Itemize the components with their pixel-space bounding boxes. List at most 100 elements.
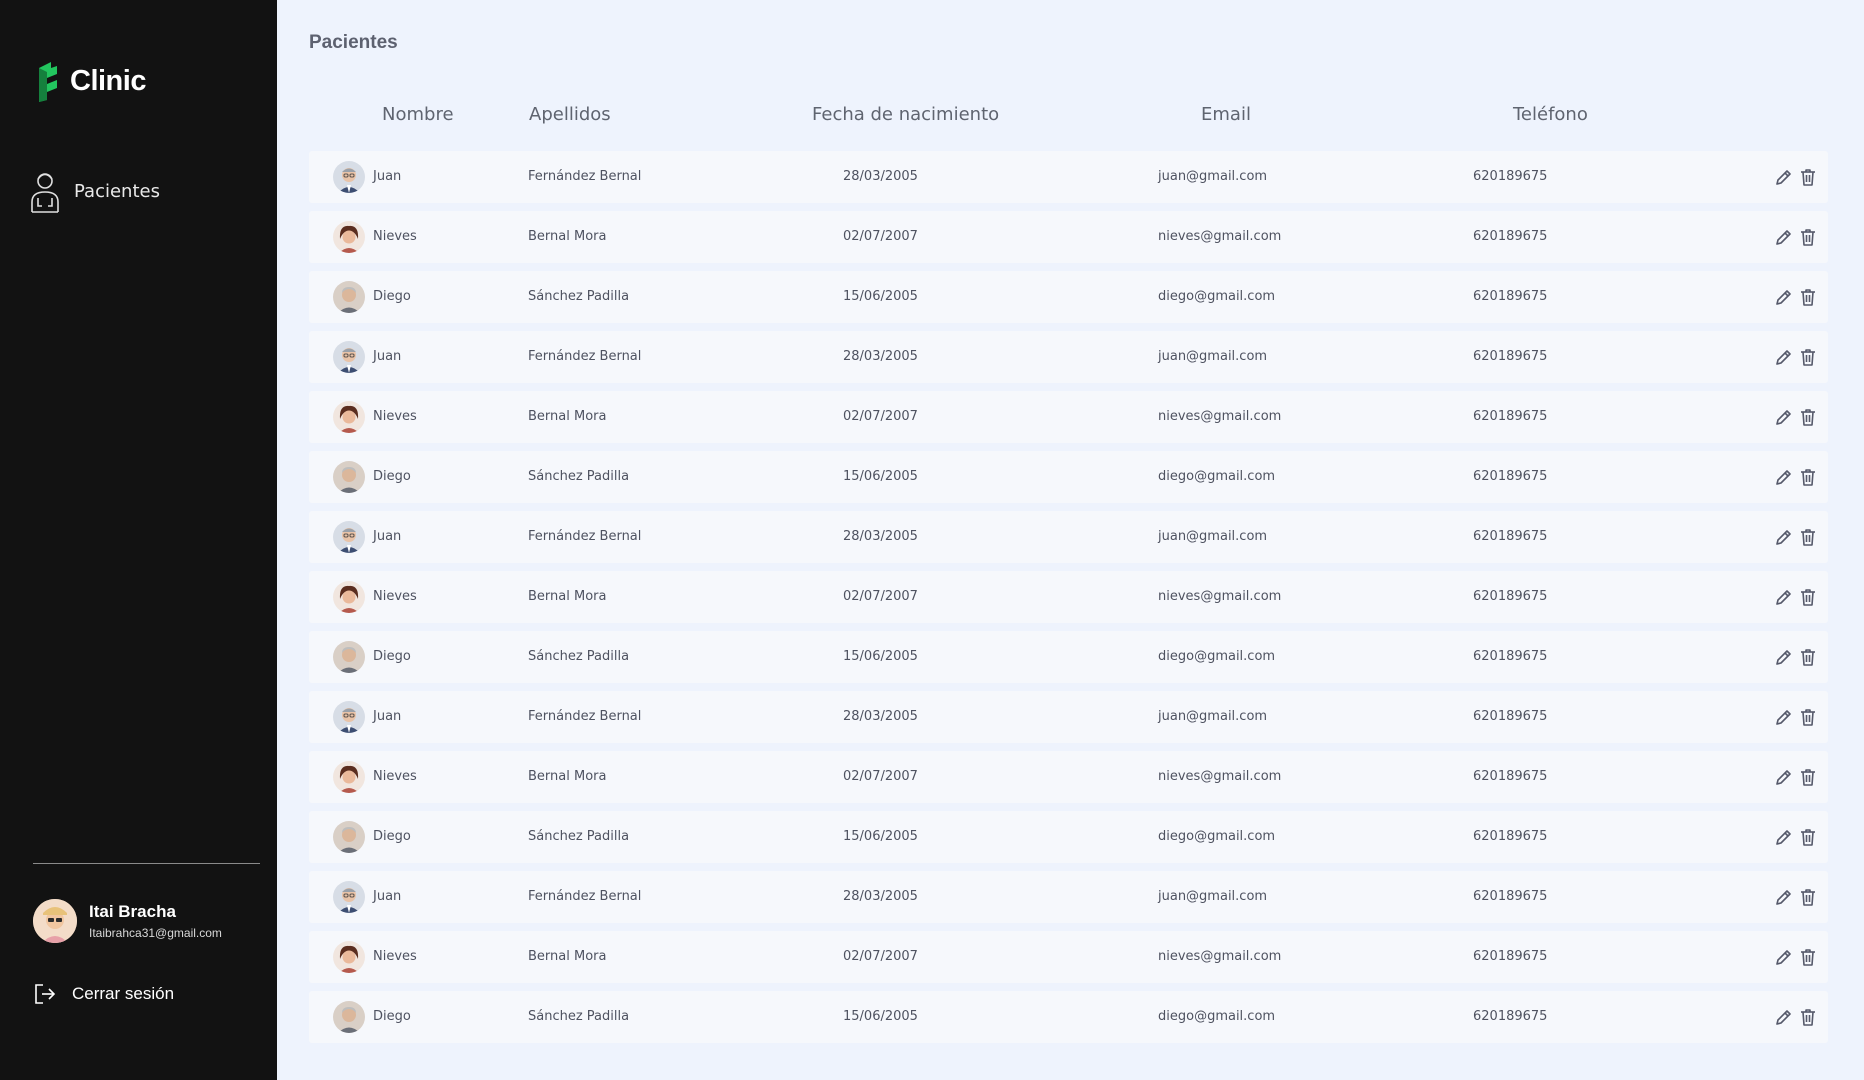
patient-avatar	[333, 821, 365, 853]
cell-fecha-nacimiento: 28/03/2005	[843, 709, 918, 724]
edit-icon[interactable]	[1774, 287, 1794, 307]
cell-telefono: 620189675	[1473, 349, 1548, 364]
row-actions	[1770, 887, 1818, 907]
cell-fecha-nacimiento: 02/07/2007	[843, 409, 918, 424]
app-name: Clinic	[70, 64, 146, 97]
cell-fecha-nacimiento: 02/07/2007	[843, 589, 918, 604]
delete-icon[interactable]	[1798, 1007, 1818, 1027]
table-row[interactable]: Nieves Bernal Mora 02/07/2007 nieves@gma…	[309, 931, 1828, 983]
sidebar-item-label: Pacientes	[74, 180, 160, 202]
cell-telefono: 620189675	[1473, 709, 1548, 724]
cell-fecha-nacimiento: 15/06/2005	[843, 1009, 918, 1024]
sidebar-item-pacientes[interactable]: Pacientes	[30, 168, 160, 214]
cell-fecha-nacimiento: 15/06/2005	[843, 649, 918, 664]
table-row[interactable]: Nieves Bernal Mora 02/07/2007 nieves@gma…	[309, 391, 1828, 443]
cell-nombre: Diego	[373, 289, 411, 304]
cell-apellidos: Fernández Bernal	[528, 889, 642, 904]
cell-email: nieves@gmail.com	[1158, 589, 1282, 604]
logout-button[interactable]: Cerrar sesión	[33, 982, 174, 1006]
table-row[interactable]: Diego Sánchez Padilla 15/06/2005 diego@g…	[309, 631, 1828, 683]
patient-avatar	[333, 221, 365, 253]
edit-icon[interactable]	[1774, 227, 1794, 247]
cell-nombre: Nieves	[373, 229, 417, 244]
edit-icon[interactable]	[1774, 707, 1794, 727]
table-row[interactable]: Juan Fernández Bernal 28/03/2005 juan@gm…	[309, 331, 1828, 383]
table-row[interactable]: Juan Fernández Bernal 28/03/2005 juan@gm…	[309, 511, 1828, 563]
patient-avatar	[333, 941, 365, 973]
page-title: Pacientes	[309, 32, 398, 53]
cell-fecha-nacimiento: 15/06/2005	[843, 829, 918, 844]
delete-icon[interactable]	[1798, 227, 1818, 247]
table-row[interactable]: Diego Sánchez Padilla 15/06/2005 diego@g…	[309, 451, 1828, 503]
logout-label: Cerrar sesión	[72, 984, 175, 1003]
column-header-nombre[interactable]: Nombre	[382, 104, 454, 125]
edit-icon[interactable]	[1774, 647, 1794, 667]
edit-icon[interactable]	[1774, 827, 1794, 847]
table-row[interactable]: Nieves Bernal Mora 02/07/2007 nieves@gma…	[309, 751, 1828, 803]
edit-icon[interactable]	[1774, 347, 1794, 367]
column-header-fecha[interactable]: Fecha de nacimiento	[812, 104, 999, 125]
table-row[interactable]: Nieves Bernal Mora 02/07/2007 nieves@gma…	[309, 211, 1828, 263]
delete-icon[interactable]	[1798, 587, 1818, 607]
edit-icon[interactable]	[1774, 167, 1794, 187]
clinic-logo-icon	[39, 62, 57, 102]
table-row[interactable]: Diego Sánchez Padilla 15/06/2005 diego@g…	[309, 991, 1828, 1043]
table-row[interactable]: Juan Fernández Bernal 28/03/2005 juan@gm…	[309, 691, 1828, 743]
edit-icon[interactable]	[1774, 887, 1794, 907]
patient-avatar	[333, 161, 365, 193]
edit-icon[interactable]	[1774, 527, 1794, 547]
edit-icon[interactable]	[1774, 587, 1794, 607]
cell-email: diego@gmail.com	[1158, 289, 1276, 304]
delete-icon[interactable]	[1798, 947, 1818, 967]
column-header-telefono[interactable]: Teléfono	[1513, 104, 1588, 125]
patients-table: Juan Fernández Bernal 28/03/2005 juan@gm…	[309, 151, 1828, 1051]
delete-icon[interactable]	[1798, 527, 1818, 547]
user-profile: Itai Bracha Itaibrahca31@gmail.com	[33, 899, 222, 943]
cell-email: diego@gmail.com	[1158, 829, 1276, 844]
edit-icon[interactable]	[1774, 467, 1794, 487]
edit-icon[interactable]	[1774, 1007, 1794, 1027]
table-row[interactable]: Juan Fernández Bernal 28/03/2005 juan@gm…	[309, 151, 1828, 203]
cell-telefono: 620189675	[1473, 169, 1548, 184]
cell-telefono: 620189675	[1473, 469, 1548, 484]
cell-fecha-nacimiento: 28/03/2005	[843, 169, 918, 184]
cell-fecha-nacimiento: 28/03/2005	[843, 349, 918, 364]
table-row[interactable]: Nieves Bernal Mora 02/07/2007 nieves@gma…	[309, 571, 1828, 623]
brand: Clinic	[35, 60, 146, 102]
cell-telefono: 620189675	[1473, 889, 1548, 904]
cell-email: juan@gmail.com	[1158, 529, 1268, 544]
delete-icon[interactable]	[1798, 887, 1818, 907]
user-avatar	[33, 899, 77, 943]
row-actions	[1770, 647, 1818, 667]
row-actions	[1770, 287, 1818, 307]
cell-telefono: 620189675	[1473, 589, 1548, 604]
cell-nombre: Nieves	[373, 589, 417, 604]
cell-fecha-nacimiento: 15/06/2005	[843, 469, 918, 484]
cell-nombre: Nieves	[373, 409, 417, 424]
delete-icon[interactable]	[1798, 767, 1818, 787]
delete-icon[interactable]	[1798, 707, 1818, 727]
delete-icon[interactable]	[1798, 347, 1818, 367]
delete-icon[interactable]	[1798, 167, 1818, 187]
table-row[interactable]: Diego Sánchez Padilla 15/06/2005 diego@g…	[309, 811, 1828, 863]
cell-telefono: 620189675	[1473, 949, 1548, 964]
patient-avatar	[333, 461, 365, 493]
delete-icon[interactable]	[1798, 827, 1818, 847]
delete-icon[interactable]	[1798, 467, 1818, 487]
cell-email: juan@gmail.com	[1158, 889, 1268, 904]
edit-icon[interactable]	[1774, 947, 1794, 967]
cell-apellidos: Fernández Bernal	[528, 349, 642, 364]
cell-email: juan@gmail.com	[1158, 349, 1268, 364]
cell-email: diego@gmail.com	[1158, 649, 1276, 664]
column-header-email[interactable]: Email	[1201, 104, 1251, 125]
edit-icon[interactable]	[1774, 767, 1794, 787]
row-actions	[1770, 587, 1818, 607]
column-header-apellidos[interactable]: Apellidos	[529, 104, 611, 125]
cell-nombre: Diego	[373, 649, 411, 664]
edit-icon[interactable]	[1774, 407, 1794, 427]
table-row[interactable]: Juan Fernández Bernal 28/03/2005 juan@gm…	[309, 871, 1828, 923]
delete-icon[interactable]	[1798, 287, 1818, 307]
delete-icon[interactable]	[1798, 647, 1818, 667]
table-row[interactable]: Diego Sánchez Padilla 15/06/2005 diego@g…	[309, 271, 1828, 323]
delete-icon[interactable]	[1798, 407, 1818, 427]
